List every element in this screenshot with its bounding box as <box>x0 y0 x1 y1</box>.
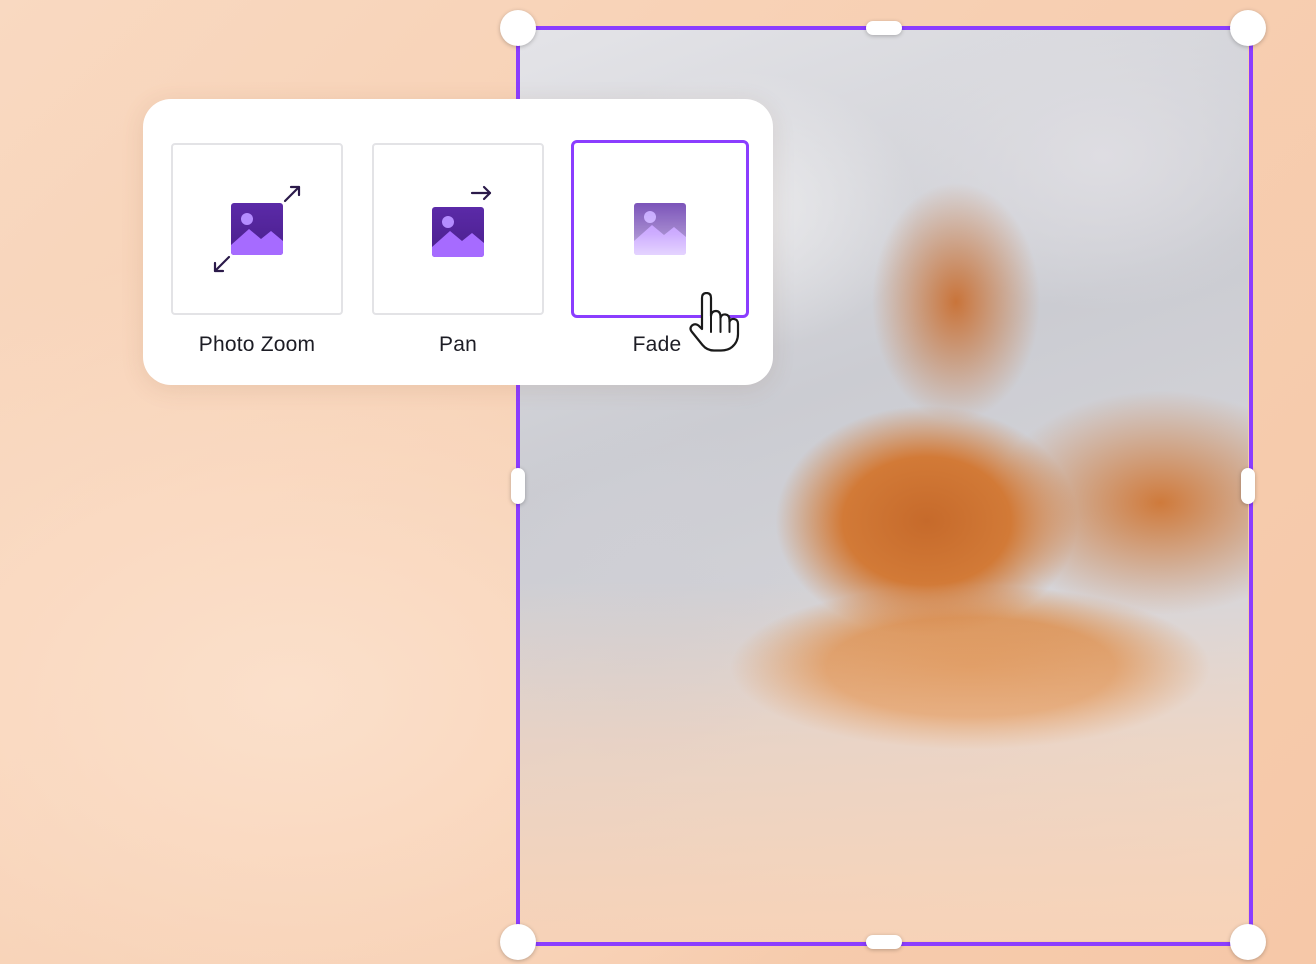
animation-panel: Photo Zoom Pan Fade <box>143 99 773 385</box>
animation-option-photo-zoom[interactable]: Photo Zoom <box>171 143 343 357</box>
resize-handle-bottom-left[interactable] <box>500 924 536 960</box>
animation-option-label: Photo Zoom <box>198 333 316 356</box>
resize-handle-top-left[interactable] <box>500 10 536 46</box>
resize-handle-top[interactable] <box>866 21 902 35</box>
animation-tile[interactable] <box>372 143 544 315</box>
resize-handle-bottom-right[interactable] <box>1230 924 1266 960</box>
pan-icon <box>432 185 492 257</box>
resize-handle-top-right[interactable] <box>1230 10 1266 46</box>
photo-fade-overlay <box>518 581 1248 941</box>
animation-option-pan[interactable]: Pan <box>372 143 544 357</box>
fade-icon <box>634 203 686 255</box>
photo-zoom-icon <box>213 185 301 273</box>
hand-pointer-icon <box>689 292 740 352</box>
resize-handle-bottom[interactable] <box>866 935 902 949</box>
animation-tile[interactable] <box>171 143 343 315</box>
animation-option-label: Pan <box>439 333 477 356</box>
resize-handle-left[interactable] <box>511 468 525 504</box>
resize-handle-right[interactable] <box>1241 468 1255 504</box>
